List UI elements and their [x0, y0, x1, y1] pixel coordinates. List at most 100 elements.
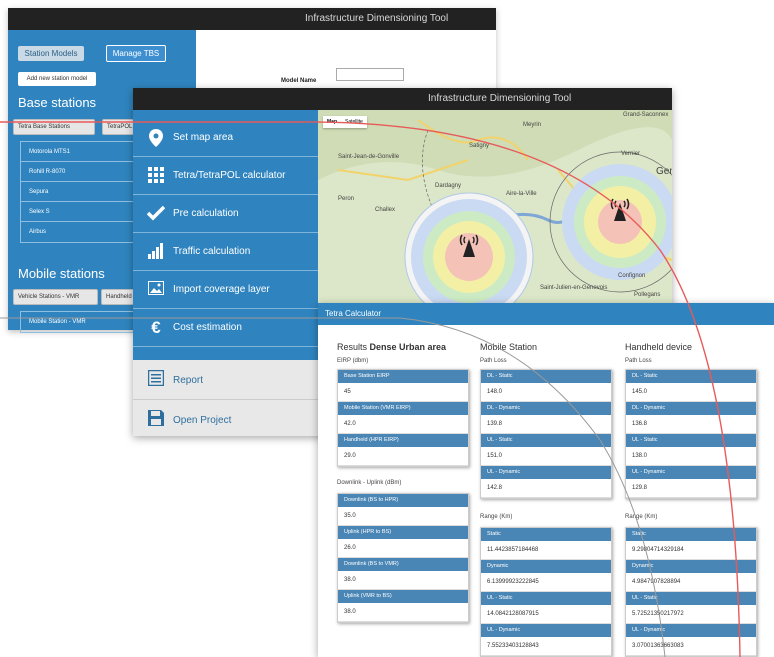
list-item[interactable]: Sepura	[21, 182, 146, 202]
image-icon	[147, 281, 165, 299]
field-value: 5.72521350217972	[626, 605, 756, 624]
list-item[interactable]: Motorola MTS1	[21, 142, 146, 162]
field-value: 45	[338, 383, 468, 402]
report-icon	[147, 369, 165, 388]
tetra-base-stations-button[interactable]: Tetra Base Stations	[13, 119, 95, 135]
tab-map[interactable]: Map	[323, 116, 341, 128]
results-title: Results Dense Urban area	[337, 342, 446, 352]
save-icon	[147, 410, 165, 428]
euro-icon: €	[151, 318, 161, 337]
menu-label: Open Project	[173, 415, 232, 426]
model-name-input[interactable]	[336, 68, 404, 81]
add-station-model-button[interactable]: Add new station model	[18, 72, 96, 86]
field-label: UL - Dynamic	[481, 466, 611, 479]
field-label: Dynamic	[481, 560, 611, 573]
list-item[interactable]: Rohill R-8070	[21, 162, 146, 182]
bar-chart-icon	[147, 243, 165, 261]
map-label: Confignon	[618, 273, 646, 279]
window-titlebar: Tetra Calculator	[318, 303, 774, 325]
menu-open-project[interactable]: Open Project	[133, 400, 318, 436]
map-label: Satigny	[469, 143, 490, 149]
menu-label: Tetra/TetraPOL calculator	[173, 170, 286, 181]
tower-icon	[458, 231, 480, 262]
map-label: Dardagny	[435, 183, 462, 189]
map-label: Gen	[656, 166, 672, 177]
menu-traffic-calculation[interactable]: Traffic calculation	[133, 233, 318, 271]
map-label: Grand-Saconnex	[623, 112, 669, 118]
map-pin-icon	[147, 129, 165, 147]
menu-cost-estimation[interactable]: € Cost estimation	[133, 309, 318, 347]
field-value: 29.0	[338, 447, 468, 466]
menu-tetra-calculator[interactable]: Tetra/TetraPOL calculator	[133, 157, 318, 195]
map-label: Challex	[375, 207, 396, 213]
menu-label: Traffic calculation	[173, 246, 251, 257]
field-value: 38.0	[338, 603, 468, 622]
results-prefix: Results	[337, 342, 368, 352]
list-item[interactable]: Mobile Station - VMR	[21, 312, 146, 332]
window-title: Infrastructure Dimensioning Tool	[305, 13, 449, 24]
window-titlebar: Infrastructure Dimensioning Tool	[133, 88, 672, 110]
map-type-tabs: Map Satellite	[323, 116, 367, 128]
field-label: DL - Static	[481, 370, 611, 383]
mobile-station-list: Mobile Station - VMR	[20, 311, 147, 333]
field-value: 151.0	[481, 447, 611, 466]
tab-station-models[interactable]: Station Models	[18, 46, 84, 61]
menu-label: Set map area	[173, 132, 234, 143]
map-label: Aire-la-Ville	[506, 191, 537, 197]
field-label: DL - Dynamic	[626, 402, 756, 415]
tower-icon	[609, 195, 631, 226]
tab-manage-tbs[interactable]: Manage TBS	[106, 45, 166, 62]
field-label: DL - Static	[626, 370, 756, 383]
mobile-station-title: Mobile Station	[480, 342, 538, 352]
vehicle-stations-button[interactable]: Vehicle Stations - VMR	[13, 289, 98, 305]
field-label: UL - Dynamic	[626, 624, 756, 637]
list-item[interactable]: Airbus	[21, 222, 146, 242]
map-label: Pollegans	[634, 292, 661, 298]
menu-set-map-area[interactable]: Set map area	[133, 119, 318, 157]
map-label: Saint-Julien-en-Genevois	[540, 285, 608, 291]
field-value: 35.0	[338, 507, 468, 526]
field-value: 38.0	[338, 571, 468, 590]
list-item[interactable]: Selex S	[21, 202, 146, 222]
dl-ul-card: Downlink (BS to HPR) 35.0 Uplink (HPR to…	[337, 493, 469, 623]
field-label: Static	[481, 528, 611, 541]
results-area: Dense Urban area	[369, 342, 447, 352]
window-titlebar: Infrastructure Dimensioning Tool	[8, 8, 496, 30]
field-value: 7.55233403128843	[481, 637, 611, 656]
field-value: 139.8	[481, 415, 611, 434]
field-label: Mobile Station (VMR EIRP)	[338, 402, 468, 415]
ms-path-loss-card: DL - Static 148.0 DL - Dynamic 139.8 UL …	[480, 369, 612, 499]
map-label: Meyrin	[523, 122, 542, 128]
field-value: 26.0	[338, 539, 468, 558]
base-stations-heading: Base stations	[18, 95, 97, 110]
field-value: 9.29804714329184	[626, 541, 756, 560]
window-title: Infrastructure Dimensioning Tool	[428, 93, 572, 104]
menu-import-coverage[interactable]: Import coverage layer	[133, 271, 318, 309]
field-label: Base Station EIRP	[338, 370, 468, 383]
eirp-card: Base Station EIRP 45 Mobile Station (VMR…	[337, 369, 469, 467]
field-label: UL - Static	[626, 592, 756, 605]
tab-satellite[interactable]: Satellite	[341, 116, 367, 128]
field-label: UL - Static	[626, 434, 756, 447]
field-value: 136.8	[626, 415, 756, 434]
main-menu: Set map area Tetra/TetraPOL calculator P…	[133, 110, 318, 436]
field-label: Downlink (BS to HPR)	[338, 494, 468, 507]
checkmark-icon	[146, 205, 166, 223]
field-value: 6.13999923222845	[481, 573, 611, 592]
handheld-title: Handheld device	[625, 342, 693, 352]
field-label: Uplink (HPR to BS)	[338, 526, 468, 539]
map-label: Vernier	[621, 151, 641, 157]
range-label: Range (Km)	[480, 514, 513, 520]
base-station-list: Motorola MTS1 Rohill R-8070 Sepura Selex…	[20, 141, 147, 243]
menu-pre-calculation[interactable]: Pre calculation	[133, 195, 318, 233]
field-value: 129.8	[626, 479, 756, 498]
grid-icon	[147, 167, 165, 185]
menu-label: Report	[173, 375, 204, 386]
menu-report[interactable]: Report	[133, 360, 318, 400]
eirp-label: EIRP (dbm)	[337, 358, 369, 364]
dl-ul-label: Downlink - Uplink (dBm)	[337, 480, 402, 486]
range-label: Range (Km)	[625, 514, 658, 520]
hh-path-loss-card: DL - Static 145.0 DL - Dynamic 136.8 UL …	[625, 369, 757, 499]
field-value: 4.9847907828894	[626, 573, 756, 592]
field-label: UL - Dynamic	[626, 466, 756, 479]
